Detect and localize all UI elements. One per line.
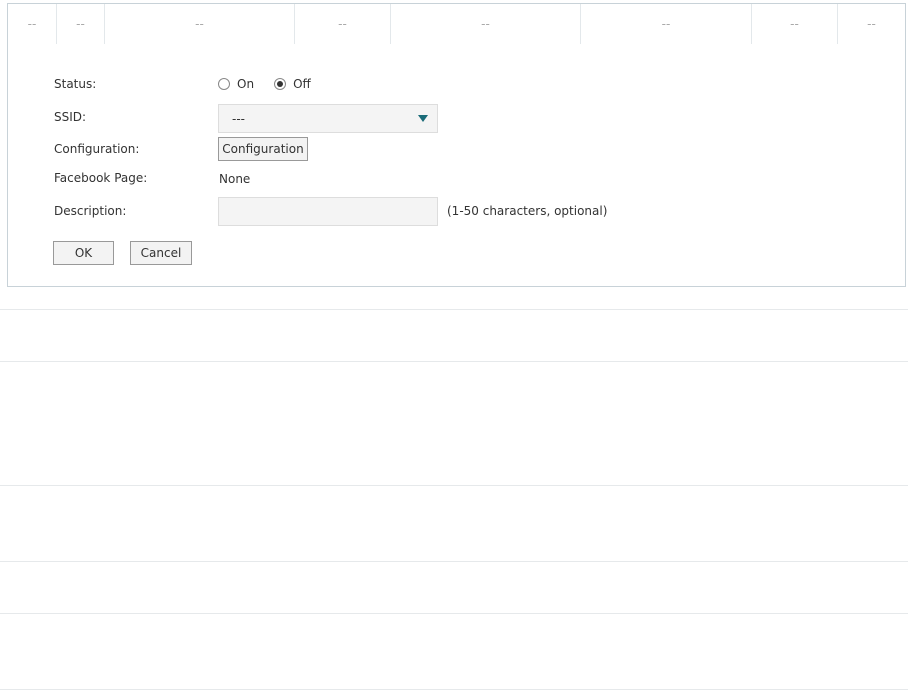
ssid-label: SSID: (54, 110, 87, 124)
ssid-select[interactable]: --- (218, 104, 438, 133)
facebook-page-label: Facebook Page: (54, 171, 148, 185)
table-cell: -- (391, 4, 581, 44)
table-cell: -- (8, 4, 57, 44)
description-label: Description: (54, 204, 127, 218)
table-cell: -- (581, 4, 752, 44)
radio-checked-icon[interactable] (274, 78, 287, 90)
status-on-radio[interactable]: On (218, 77, 254, 91)
configuration-button[interactable]: Configuration (218, 137, 308, 161)
table-cell: -- (57, 4, 105, 44)
row-separator (0, 361, 908, 362)
status-off-label: Off (293, 77, 311, 91)
configuration-label: Configuration: (54, 142, 140, 156)
table-cell: -- (295, 4, 391, 44)
status-label: Status: (54, 77, 97, 91)
description-hint: (1-50 characters, optional) (447, 204, 608, 218)
row-separator (0, 485, 908, 486)
row-separator (0, 309, 908, 310)
table-row[interactable]: -- -- -- -- -- -- -- -- (7, 3, 906, 45)
chevron-down-icon[interactable] (418, 115, 428, 122)
radio-unchecked-icon[interactable] (218, 78, 230, 90)
row-separator (0, 613, 908, 614)
ssid-select-value: --- (232, 111, 245, 126)
table-cell: -- (867, 17, 876, 31)
status-radio-group: On Off (218, 77, 331, 91)
status-on-label: On (237, 77, 255, 91)
facebook-page-value: None (219, 172, 251, 186)
table-cell: -- (752, 4, 838, 44)
edit-panel: Status: On Off SSID: --- Configuration: … (7, 44, 906, 287)
ok-button[interactable]: OK (53, 241, 114, 265)
description-input[interactable] (218, 197, 438, 226)
status-off-radio[interactable]: Off (274, 77, 311, 91)
cancel-button[interactable]: Cancel (130, 241, 192, 265)
table-cell: -- (105, 4, 295, 44)
row-separator (0, 561, 908, 562)
